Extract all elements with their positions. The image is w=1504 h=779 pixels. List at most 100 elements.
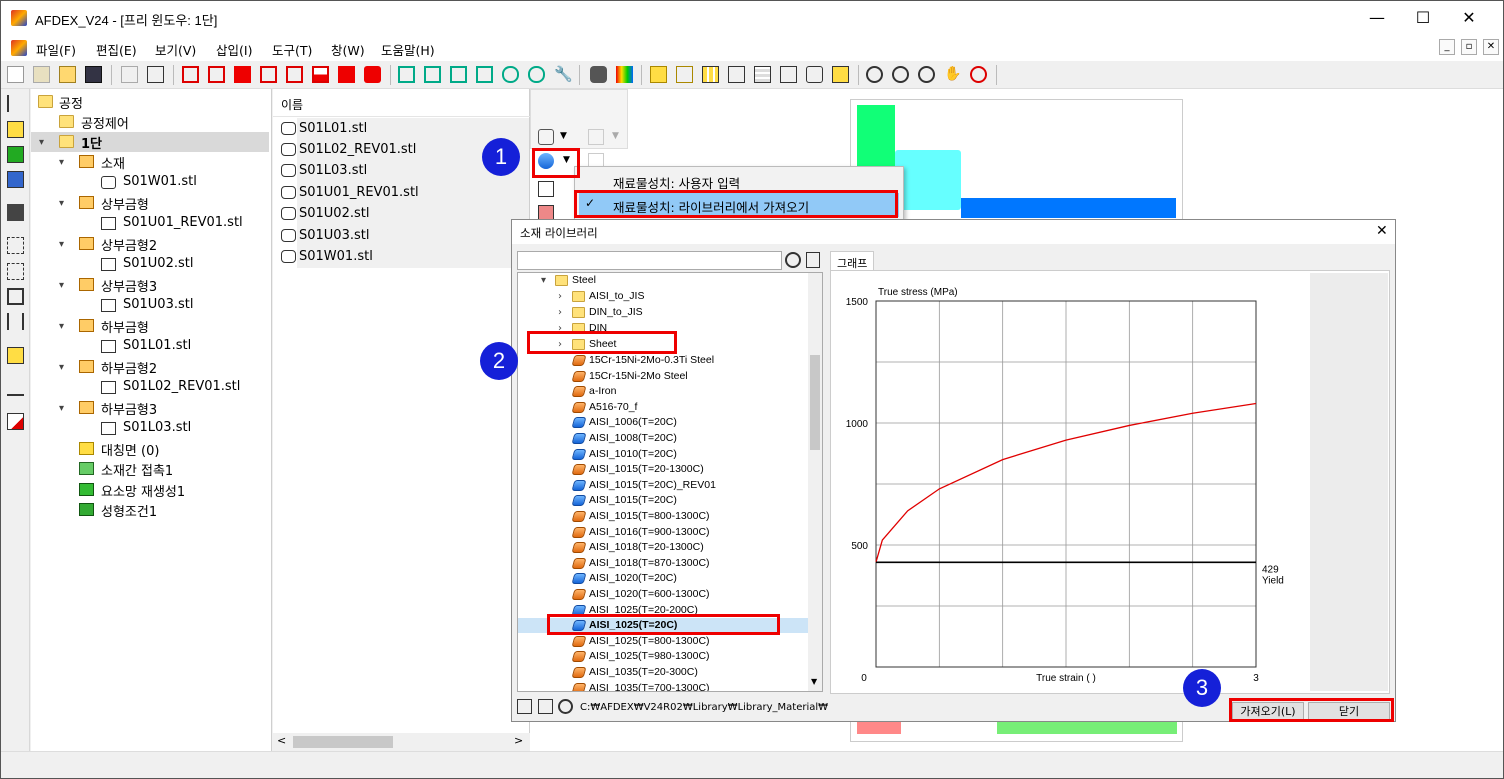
material-item[interactable]: AISI_1020(T=600-1300C): [589, 588, 710, 600]
export-icon[interactable]: [147, 66, 164, 83]
color-palette-icon[interactable]: [616, 66, 633, 83]
tree-folder[interactable]: DIN_to_JIS: [589, 306, 643, 318]
close-button[interactable]: ✕: [1446, 1, 1492, 35]
expand-arrow-icon[interactable]: ▾: [59, 157, 64, 168]
tree-folder-steel[interactable]: Steel: [572, 274, 596, 286]
list-item[interactable]: S01L03.stl: [299, 163, 367, 178]
cube-face-3-icon[interactable]: [234, 66, 251, 83]
zoom-window-icon[interactable]: [918, 66, 935, 83]
list-item[interactable]: S01U01_REV01.stl: [299, 185, 419, 200]
material-item[interactable]: AISI_1010(T=20C): [589, 448, 677, 460]
material-item[interactable]: AISI_1015(T=20-1300C): [589, 463, 704, 475]
maximize-button[interactable]: ☐: [1400, 1, 1446, 35]
expand-arrow-icon[interactable]: ▾: [59, 198, 64, 209]
cube-iso-2-icon[interactable]: [364, 66, 381, 83]
tree-toggle-icon[interactable]: [7, 95, 24, 112]
pan-hand-icon[interactable]: ✋: [944, 66, 961, 83]
cube-face-1-icon[interactable]: [182, 66, 199, 83]
ruler-icon[interactable]: [7, 347, 24, 364]
search-input[interactable]: [517, 251, 782, 270]
trash-icon[interactable]: [806, 252, 820, 268]
minimize-button[interactable]: —: [1354, 1, 1400, 35]
tree-item-stl[interactable]: S01L02_REV01.stl: [123, 379, 240, 394]
expand-arrow-icon[interactable]: ▾: [541, 275, 546, 286]
tree-item-stl[interactable]: S01L03.stl: [123, 420, 191, 435]
refresh-icon[interactable]: [558, 699, 573, 714]
horizontal-scrollbar[interactable]: < >: [273, 733, 530, 751]
rotate-view-2-icon[interactable]: [528, 66, 545, 83]
screen-icon[interactable]: [7, 204, 24, 221]
solid-view-icon[interactable]: [650, 66, 667, 83]
vertical-scrollbar[interactable]: ▼: [808, 273, 822, 691]
mesh-tool-icon[interactable]: [538, 181, 554, 197]
monitor-icon[interactable]: [7, 146, 24, 163]
expand-arrow-icon[interactable]: ▾: [59, 239, 64, 250]
tree-folder[interactable]: AISI_to_JIS: [589, 290, 644, 302]
save-icon[interactable]: [85, 66, 102, 83]
material-item[interactable]: AISI_1025(T=800-1300C): [589, 635, 710, 647]
tree-item-contact[interactable]: 소재간 접촉1: [101, 460, 173, 479]
checklist-icon[interactable]: [7, 413, 24, 430]
home-icon[interactable]: [517, 699, 532, 714]
tree-item-workpiece[interactable]: 소재: [101, 153, 125, 172]
align-icon[interactable]: [7, 263, 24, 280]
tree-item-stl[interactable]: S01W01.stl: [123, 174, 197, 189]
material-item[interactable]: AISI_1018(T=870-1300C): [589, 557, 710, 569]
cube-iso-1-icon[interactable]: [338, 66, 355, 83]
tree-item-upper-die-3[interactable]: 상부금형3: [101, 276, 157, 295]
menu-insert[interactable]: 삽입(I): [216, 40, 252, 59]
expand-arrow-icon[interactable]: ▾: [59, 362, 64, 373]
tree-item-stl[interactable]: S01U02.stl: [123, 256, 193, 271]
scroll-left-icon[interactable]: <: [277, 734, 286, 747]
tree-item-upper-die[interactable]: 상부금형: [101, 194, 149, 213]
view-green-4-icon[interactable]: [476, 66, 493, 83]
menu-help[interactable]: 도움말(H): [381, 40, 435, 59]
list-item[interactable]: S01W01.stl: [299, 249, 373, 264]
material-item[interactable]: AISI_1035(T=700-1300C): [589, 682, 710, 691]
wire-view-icon[interactable]: [676, 66, 693, 83]
scroll-thumb[interactable]: [293, 736, 393, 748]
tree-item-symmetry[interactable]: 대칭면 (0): [101, 440, 159, 459]
menu-tools[interactable]: 도구(T): [272, 40, 312, 59]
view-green-3-icon[interactable]: [450, 66, 467, 83]
scroll-down-icon[interactable]: ▼: [811, 677, 817, 686]
forming-settings-icon[interactable]: [538, 129, 554, 145]
outline-view-icon[interactable]: [728, 66, 745, 83]
camera-icon[interactable]: [590, 66, 607, 83]
material-item[interactable]: AISI_1020(T=20C): [589, 572, 677, 584]
expand-arrow-icon[interactable]: ▾: [59, 403, 64, 414]
expand-arrow-icon[interactable]: ▾: [59, 280, 64, 291]
cube-face-4-icon[interactable]: [260, 66, 277, 83]
probe-icon[interactable]: [7, 379, 24, 396]
arrange-icon[interactable]: [7, 237, 24, 254]
scroll-right-icon[interactable]: >: [514, 734, 523, 747]
tree-item-stl[interactable]: S01U03.stl: [123, 297, 193, 312]
expand-arrow-icon[interactable]: ▾: [39, 137, 44, 148]
material-item[interactable]: AISI_1025(T=980-1300C): [589, 650, 710, 662]
material-item[interactable]: AISI_1015(T=20C)_REV01: [589, 479, 716, 491]
material-item[interactable]: AISI_1016(T=900-1300C): [589, 526, 710, 538]
scroll-thumb[interactable]: [810, 355, 820, 450]
grid-view-icon[interactable]: [754, 66, 771, 83]
material-item[interactable]: AISI_1015(T=800-1300C): [589, 510, 710, 522]
menu-view[interactable]: 보기(V): [155, 40, 196, 59]
tree-item-lower-die[interactable]: 하부금형: [101, 317, 149, 336]
menu-file[interactable]: 파일(F): [36, 40, 76, 59]
cube-face-2-icon[interactable]: [208, 66, 225, 83]
zoom-fit-icon[interactable]: [970, 66, 987, 83]
tree-root[interactable]: 공정: [59, 93, 83, 112]
mdi-close-button[interactable]: ✕: [1483, 39, 1499, 55]
open-file-icon[interactable]: [33, 66, 50, 83]
view-green-2-icon[interactable]: [424, 66, 441, 83]
tree-item-stl[interactable]: S01U01_REV01.stl: [123, 215, 243, 230]
new-file-icon[interactable]: [7, 66, 24, 83]
open-folder-icon[interactable]: [59, 66, 76, 83]
zoom-in-icon[interactable]: [892, 66, 909, 83]
tree-item-forming-condition[interactable]: 성형조건1: [101, 501, 157, 520]
fit-view-icon[interactable]: [832, 66, 849, 83]
material-item[interactable]: 15Cr-15Ni-2Mo Steel: [589, 370, 688, 382]
mesh-view-icon[interactable]: [702, 66, 719, 83]
material-tool-icon[interactable]: [7, 121, 24, 138]
mdi-restore-button[interactable]: ▫: [1461, 39, 1477, 55]
list-item[interactable]: S01U02.stl: [299, 206, 369, 221]
